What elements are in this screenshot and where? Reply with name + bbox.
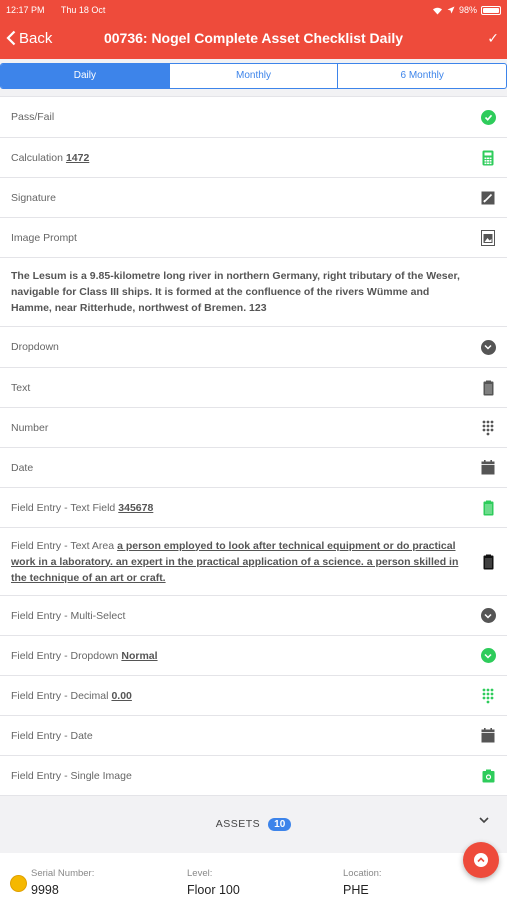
item-label: Text <box>11 381 31 394</box>
tab-6-monthly[interactable]: 6 Monthly <box>337 64 506 88</box>
chevron-down-icon <box>479 817 489 824</box>
description-text: The Lesum is a 9.85-kilometre long river… <box>11 270 460 314</box>
item-label: Field Entry - Decimal <box>11 689 109 702</box>
item-label: Image Prompt <box>11 231 77 244</box>
check-circle-icon <box>480 109 496 125</box>
wifi-icon <box>432 7 442 14</box>
item-label: Field Entry - Text Area <box>11 539 115 552</box>
assets-count-badge: 10 <box>268 817 292 831</box>
segment-tabs: Daily Monthly 6 Monthly <box>0 63 507 89</box>
checklist-item-calculation[interactable]: Calculation 1472 <box>0 138 507 178</box>
level-field: Level: Floor 100 <box>187 868 240 897</box>
assets-section-toggle[interactable]: ASSETS 10 <box>0 800 507 848</box>
item-label: Field Entry - Single Image <box>11 769 132 782</box>
confirm-check-icon[interactable]: ✓ <box>487 30 499 47</box>
battery-icon <box>481 5 501 15</box>
item-label: Field Entry - Dropdown <box>11 649 119 662</box>
status-bar: 12:17 PM Thu 18 Oct 98% <box>6 3 501 17</box>
checklist-item-multi-select[interactable]: Field Entry - Multi-Select <box>0 596 507 636</box>
status-time: 12:17 PM <box>6 5 45 15</box>
checklist-item-text-field[interactable]: Field Entry - Text Field 345678 <box>0 488 507 528</box>
keypad-icon <box>480 420 496 436</box>
image-icon <box>480 229 496 246</box>
checklist: Pass/Fail Calculation 1472 Signature Imag… <box>0 96 507 796</box>
checklist-item-number[interactable]: Number <box>0 408 507 448</box>
checklist-item-dropdown[interactable]: Dropdown <box>0 327 507 368</box>
item-label: Field Entry - Multi-Select <box>11 609 126 622</box>
item-label: Pass/Fail <box>11 111 55 123</box>
clipboard-icon <box>480 554 496 570</box>
back-button[interactable]: Back <box>6 30 52 47</box>
item-label: Signature <box>11 191 56 204</box>
chevron-up-icon <box>474 853 488 867</box>
assets-label: ASSETS <box>215 818 261 830</box>
signature-icon <box>480 190 496 206</box>
clipboard-icon <box>480 380 496 396</box>
back-label: Back <box>19 29 53 47</box>
battery-percent: 98% <box>458 5 477 15</box>
item-value: 1472 <box>65 151 90 164</box>
page-title: 00736: Nogel Complete Asset Checklist Da… <box>103 30 404 46</box>
checklist-item-pass-fail[interactable]: Pass/Fail <box>0 97 507 138</box>
tab-daily[interactable]: Daily <box>1 64 169 88</box>
checklist-item-dropdown-entry[interactable]: Field Entry - Dropdown Normal <box>0 636 507 676</box>
calculator-icon <box>480 150 496 166</box>
item-label: Number <box>11 421 49 434</box>
serial-number-value: 9998 <box>31 883 59 897</box>
item-label: Calculation <box>11 151 63 164</box>
checklist-item-date-entry[interactable]: Field Entry - Date <box>0 716 507 756</box>
level-label: Level: <box>187 868 213 879</box>
checklist-item-date[interactable]: Date <box>0 448 507 488</box>
item-label: Field Entry - Date <box>11 729 93 742</box>
dropdown-icon <box>480 608 496 624</box>
camera-icon <box>480 768 496 784</box>
asset-details-footer: Serial Number: 9998 Level: Floor 100 Loc… <box>0 853 507 900</box>
clipboard-icon <box>480 500 496 516</box>
location-value: PHE <box>343 883 369 897</box>
dropdown-icon <box>480 339 496 355</box>
serial-number-field: Serial Number: 9998 <box>31 868 94 897</box>
location-label: Location: <box>343 868 382 879</box>
dropdown-icon <box>480 648 496 664</box>
item-value: 0.00 <box>111 689 132 702</box>
item-value: Normal <box>121 649 158 662</box>
item-label: Date <box>11 461 34 474</box>
tab-monthly[interactable]: Monthly <box>168 64 338 88</box>
checklist-item-image-prompt[interactable]: Image Prompt <box>0 218 507 258</box>
calendar-icon <box>480 728 496 744</box>
chevron-left-icon <box>6 30 16 46</box>
checklist-item-text-area[interactable]: Field Entry - Text Area a person employed… <box>0 528 507 596</box>
asset-status-dot <box>11 876 26 891</box>
location-icon <box>447 6 455 14</box>
item-value: 345678 <box>118 501 154 514</box>
level-value: Floor 100 <box>187 883 240 897</box>
header-bar: 12:17 PM Thu 18 Oct 98% Back 00736: Noge… <box>0 0 507 59</box>
calendar-icon <box>480 460 496 476</box>
checklist-item-description: The Lesum is a 9.85-kilometre long river… <box>0 258 507 327</box>
location-field: Location: PHE <box>343 868 382 897</box>
item-label: Dropdown <box>11 341 59 353</box>
serial-number-label: Serial Number: <box>31 868 95 879</box>
keypad-icon <box>480 688 496 704</box>
item-label: Field Entry - Text Field <box>11 501 116 514</box>
checklist-item-single-image[interactable]: Field Entry - Single Image <box>0 756 507 796</box>
scroll-up-button[interactable] <box>463 842 499 878</box>
checklist-item-signature[interactable]: Signature <box>0 178 507 218</box>
checklist-item-decimal[interactable]: Field Entry - Decimal 0.00 <box>0 676 507 716</box>
status-date: Thu 18 Oct <box>60 5 106 15</box>
checklist-item-text[interactable]: Text <box>0 368 507 408</box>
